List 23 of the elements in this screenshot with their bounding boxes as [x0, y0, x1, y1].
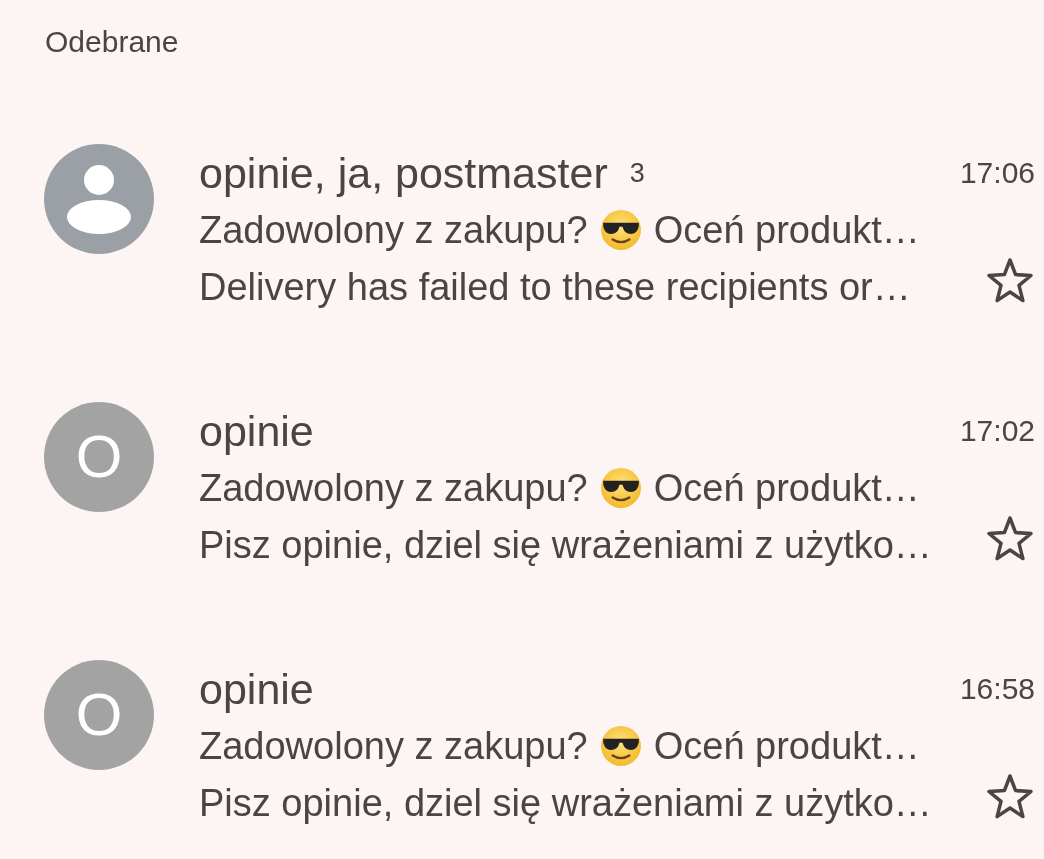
message-preview: Pisz opinie, dziel się wrażeniami z użytko…	[199, 522, 932, 568]
sender-name: opinie	[199, 405, 314, 456]
avatar-person-icon[interactable]	[44, 144, 154, 254]
received-time: 16:58	[959, 670, 1035, 707]
message-preview: Delivery has failed to these recipients or…	[199, 264, 911, 310]
subject-text: Oceń produkt…	[653, 465, 920, 511]
received-time: 17:02	[959, 412, 1035, 449]
avatar[interactable]: O	[44, 660, 154, 770]
sunglasses-face-icon	[599, 208, 642, 251]
sunglasses-face-icon	[599, 466, 642, 509]
subject-text: Oceń produkt…	[653, 207, 920, 253]
avatar[interactable]: O	[44, 402, 154, 512]
sender-name: opinie, ja, postmaster	[199, 147, 608, 198]
message-preview: Pisz opinie, dziel się wrażeniami z użytko…	[199, 780, 932, 826]
received-time: 17:06	[959, 154, 1035, 191]
subject-text: Oceń produkt…	[653, 723, 920, 769]
sender-name: opinie	[199, 663, 314, 714]
folder-title: Odebrane	[45, 24, 179, 60]
subject-text: Zadowolony z zakupu?	[199, 207, 588, 253]
thread-count: 3	[629, 156, 645, 189]
subject-text: Zadowolony z zakupu?	[199, 465, 588, 511]
sunglasses-face-icon	[599, 724, 642, 767]
subject-text: Zadowolony z zakupu?	[199, 723, 588, 769]
